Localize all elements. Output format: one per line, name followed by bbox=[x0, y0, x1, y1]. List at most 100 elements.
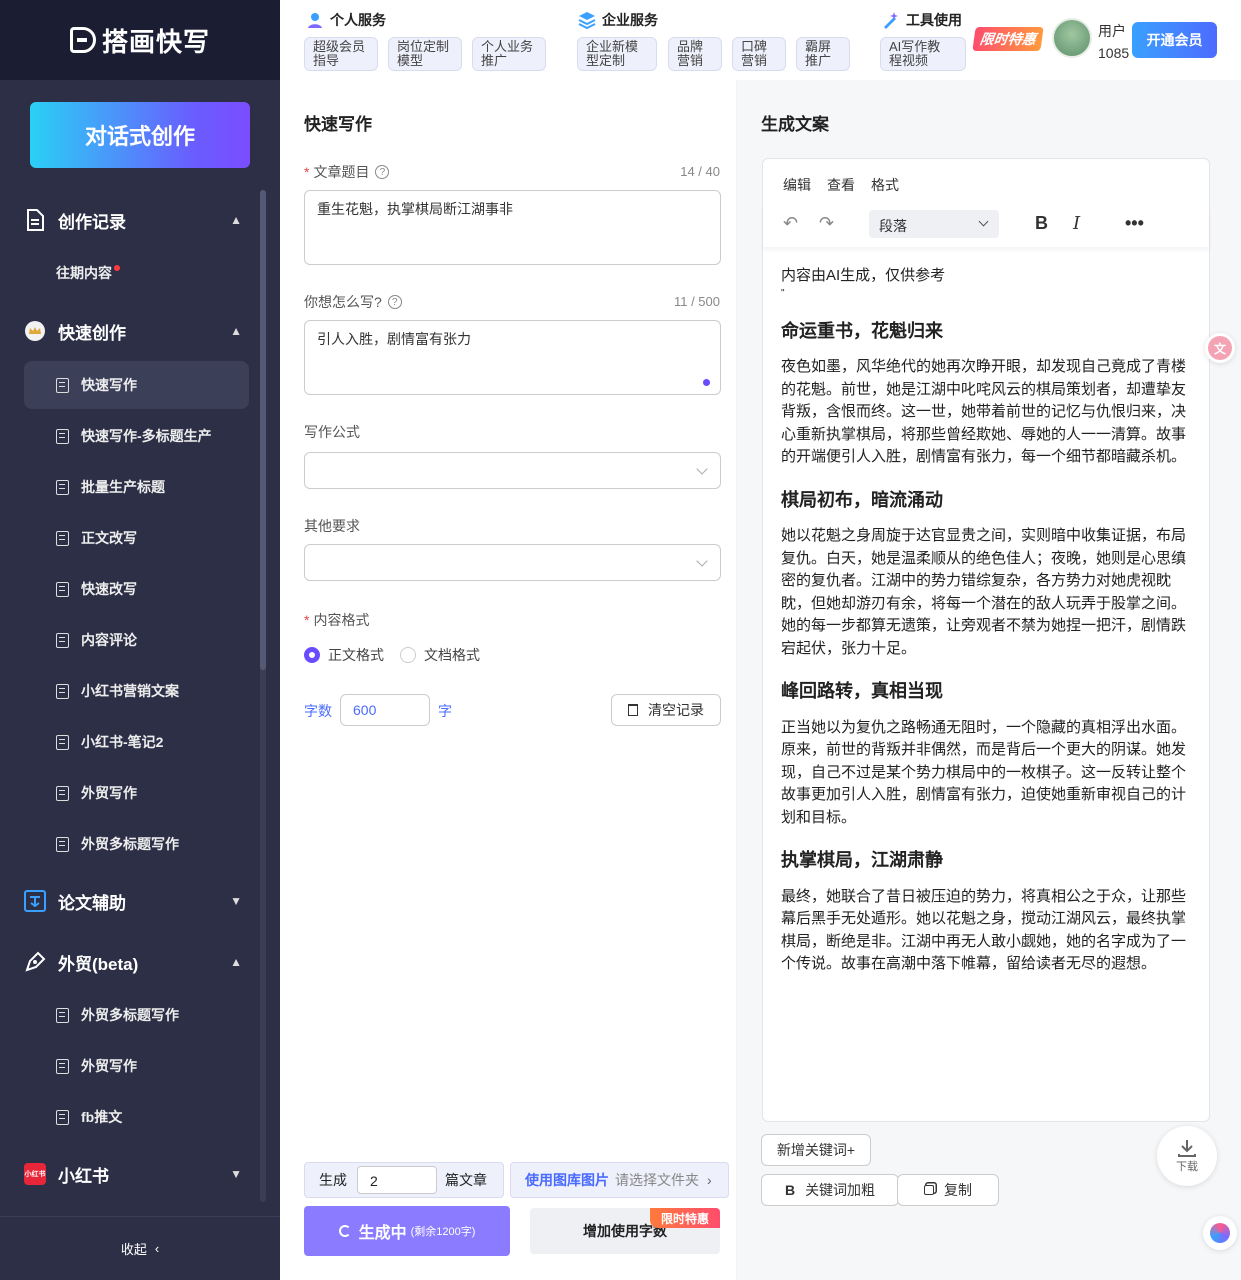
rich-text-editor[interactable]: 编辑 查看 格式 ↶ ↷ 段落 B I ••• 内容由AI生成，仅供参考 " 命… bbox=[762, 158, 1210, 1122]
help-icon[interactable]: ? bbox=[375, 165, 390, 179]
copy-icon bbox=[924, 1185, 934, 1195]
ai-assistant-icon[interactable] bbox=[1203, 1216, 1237, 1250]
word-count-input[interactable]: 600 bbox=[340, 694, 430, 726]
doc-edit-icon bbox=[56, 479, 69, 495]
xiaohongshu-icon: 小红书 bbox=[24, 1163, 46, 1185]
sidebar-item-xhs-note2[interactable]: 小红书-笔记2 bbox=[24, 718, 249, 766]
generated-content[interactable]: 内容由AI生成，仅供参考 " 命运重书，花魁归来 夜色如墨，风华绝代的她再次睁开… bbox=[781, 265, 1191, 976]
words-unit: 字 bbox=[438, 703, 452, 719]
paragraph-select[interactable]: 段落 bbox=[869, 210, 999, 238]
quick-write-form: 快速写作 * 文章题目? 14 / 40 重生花魁，执掌棋局断江湖事非 你想怎么写… bbox=[280, 80, 736, 1280]
sidebar-item-fb-post[interactable]: fb推文 bbox=[24, 1093, 249, 1141]
menu-view[interactable]: 查看 bbox=[827, 175, 855, 195]
doc-edit-icon bbox=[56, 1058, 69, 1074]
section-body: 夜色如墨，风华绝代的她再次睁开眼，却发现自己竟成了青楼的花魁。前世，她是江湖中叱… bbox=[781, 358, 1187, 465]
sidebar-item-history[interactable]: 往期内容 bbox=[24, 249, 249, 297]
collapse-sidebar-button[interactable]: 收起 ‹ bbox=[0, 1216, 280, 1280]
doc-edit-icon bbox=[56, 734, 69, 750]
sidebar-scrollbar-thumb[interactable] bbox=[260, 190, 266, 670]
generate-count-row: 生成 2 篇文章 bbox=[304, 1162, 504, 1198]
sidebar-item-trade-multi-2[interactable]: 外贸多标题写作 bbox=[24, 991, 249, 1039]
sidebar-item-quick-write[interactable]: 快速写作 bbox=[24, 361, 249, 409]
section-heading: 峰回路转，真相当现 bbox=[781, 681, 943, 701]
section-trade[interactable]: 外贸(beta) ▲ bbox=[24, 942, 254, 982]
topic-char-count: 14 / 40 bbox=[680, 164, 720, 179]
more-icon[interactable]: ••• bbox=[1125, 213, 1144, 234]
user-info[interactable]: 用户 1085 bbox=[1098, 20, 1129, 64]
sidebar-item-trade-write[interactable]: 外贸写作 bbox=[24, 769, 249, 817]
section-paper[interactable]: 论文辅助 ▼ bbox=[24, 881, 254, 921]
section-heading: 棋局初布，暗流涌动 bbox=[781, 489, 943, 510]
trash-icon bbox=[628, 704, 638, 716]
bold-keyword-button[interactable]: B 关键词加粗 bbox=[761, 1174, 899, 1206]
tag-custom-model[interactable]: 岗位定制 模型 bbox=[388, 37, 462, 71]
output-panel: 生成文案 编辑 查看 格式 ↶ ↷ 段落 B I ••• 内容由AI生成，仅供参… bbox=[737, 80, 1241, 1280]
logo-icon bbox=[69, 27, 96, 53]
group-tools: 工具使用 bbox=[882, 10, 962, 30]
radio-body-format[interactable]: 正文格式 bbox=[304, 645, 384, 665]
menu-format[interactable]: 格式 bbox=[871, 175, 899, 195]
section-quick-create[interactable]: 快速创作 ▲ bbox=[24, 311, 254, 351]
how-label: 你想怎么写?? bbox=[304, 292, 402, 312]
sidebar-item-batch-titles[interactable]: 批量生产标题 bbox=[24, 463, 249, 511]
formula-label: 写作公式 bbox=[304, 424, 360, 440]
topic-label: * 文章题目? bbox=[304, 162, 390, 182]
add-keyword-button[interactable]: 新增关键词+ bbox=[761, 1134, 871, 1166]
app-logo[interactable]: 搭画快写 bbox=[0, 0, 280, 80]
enterprise-service-icon bbox=[578, 12, 596, 29]
bold-icon: B bbox=[784, 1182, 796, 1198]
help-icon[interactable]: ? bbox=[387, 295, 402, 309]
formula-select[interactable] bbox=[304, 452, 721, 489]
open-vip-button[interactable]: 开通会员 bbox=[1132, 22, 1217, 58]
words-label: 字数 bbox=[304, 703, 332, 719]
clear-records-button[interactable]: 清空记录 bbox=[611, 694, 721, 726]
undo-icon[interactable]: ↶ bbox=[783, 213, 798, 234]
topic-input[interactable]: 重生花魁，执掌棋局断江湖事非 bbox=[304, 190, 721, 265]
tag-enterprise-model[interactable]: 企业新模 型定制 bbox=[577, 37, 657, 71]
tag-reputation-marketing[interactable]: 口碑 营销 bbox=[732, 37, 786, 71]
other-label: 其他要求 bbox=[304, 518, 360, 534]
sidebar-item-rewrite[interactable]: 正文改写 bbox=[24, 514, 249, 562]
sidebar-item-multi-title[interactable]: 快速写作-多标题生产 bbox=[24, 412, 249, 460]
section-xiaohongshu[interactable]: 小红书 小红书 ▼ bbox=[24, 1154, 254, 1194]
tag-screen-promo[interactable]: 霸屏 推广 bbox=[796, 37, 850, 71]
sidebar: 搭画快写 对话式创作 创作记录 ▲ 往期内容 快速创作 ▲ 快速写作 快速写作-… bbox=[0, 0, 280, 1280]
sidebar-item-xhs-marketing[interactable]: 小红书营销文案 bbox=[24, 667, 249, 715]
chevron-up-icon: ▲ bbox=[230, 213, 242, 227]
doc-edit-icon bbox=[56, 836, 69, 852]
bold-icon[interactable]: B bbox=[1035, 213, 1048, 234]
redo-icon[interactable]: ↷ bbox=[819, 213, 834, 234]
translate-icon[interactable]: 文 bbox=[1205, 333, 1235, 363]
promo-badge[interactable]: 限时特惠 bbox=[972, 27, 1044, 51]
download-button[interactable]: 下载 bbox=[1157, 1126, 1217, 1186]
sidebar-item-quick-rewrite[interactable]: 快速改写 bbox=[24, 565, 249, 613]
sidebar-item-comment[interactable]: 内容评论 bbox=[24, 616, 249, 664]
tag-personal-promo[interactable]: 个人业务 推广 bbox=[472, 37, 546, 71]
ai-notice: 内容由AI生成，仅供参考 bbox=[781, 267, 946, 284]
section-history[interactable]: 创作记录 ▲ bbox=[24, 200, 254, 240]
italic-icon[interactable]: I bbox=[1073, 213, 1080, 234]
how-input[interactable]: 引人入胜，剧情富有张力 bbox=[304, 320, 721, 395]
doc-edit-icon bbox=[56, 530, 69, 546]
copy-button[interactable]: 复制 bbox=[897, 1174, 999, 1206]
tag-brand-marketing[interactable]: 品牌 营销 bbox=[668, 37, 722, 71]
sidebar-item-trade-write-2[interactable]: 外贸写作 bbox=[24, 1042, 249, 1090]
chat-creation-button[interactable]: 对话式创作 bbox=[30, 102, 250, 168]
doc-edit-icon bbox=[56, 1109, 69, 1125]
resize-dot bbox=[703, 379, 710, 386]
quote-mark: " bbox=[781, 287, 785, 299]
avatar[interactable] bbox=[1052, 18, 1092, 58]
format-label: * 内容格式 bbox=[304, 612, 370, 628]
doc-edit-icon bbox=[56, 581, 69, 597]
radio-doc-format[interactable]: 文档格式 bbox=[400, 645, 480, 665]
generate-button[interactable]: 生成中 (剩余1200字) bbox=[304, 1206, 510, 1256]
tag-ai-tutorial[interactable]: AI写作教 程视频 bbox=[880, 37, 966, 71]
doc-edit-icon bbox=[56, 428, 69, 444]
tag-super-vip[interactable]: 超级会员 指导 bbox=[304, 37, 378, 71]
other-select[interactable] bbox=[304, 544, 721, 581]
menu-edit[interactable]: 编辑 bbox=[783, 175, 811, 195]
article-count-input[interactable]: 2 bbox=[357, 1166, 437, 1194]
sidebar-item-trade-multi[interactable]: 外贸多标题写作 bbox=[24, 820, 249, 868]
image-library-select[interactable]: 使用图库图片 请选择文件夹 › bbox=[510, 1162, 729, 1198]
tools-icon bbox=[884, 12, 898, 29]
